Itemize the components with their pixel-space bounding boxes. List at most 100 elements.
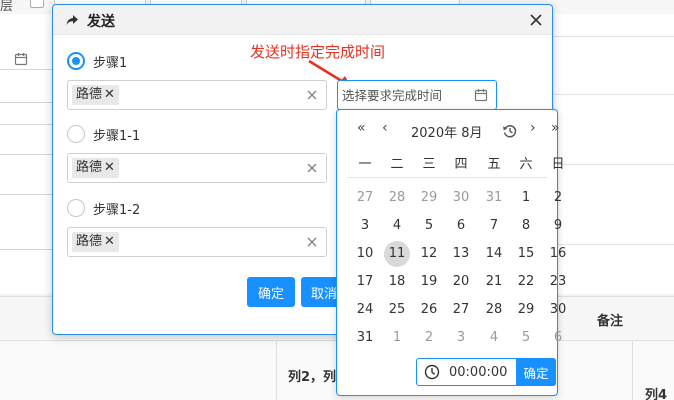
calendar-day[interactable]: 1 xyxy=(513,185,539,211)
background-divider xyxy=(0,249,60,250)
assignee-tag: 路德 ✕ xyxy=(72,232,119,252)
weekday-label: 四 xyxy=(454,157,468,172)
calendar-day[interactable]: 24 xyxy=(352,297,378,323)
calendar-icon xyxy=(14,53,28,66)
time-value[interactable]: 00:00:00 xyxy=(449,365,507,380)
tag-remove-icon[interactable]: ✕ xyxy=(104,232,115,252)
calendar-day[interactable]: 2 xyxy=(545,185,571,211)
tag-label: 路德 xyxy=(76,87,103,102)
calendar-day[interactable]: 14 xyxy=(481,241,507,267)
tag-label: 路德 xyxy=(76,160,103,175)
background-column-divider xyxy=(632,341,633,400)
calendar-day[interactable]: 26 xyxy=(416,297,442,323)
background-divider xyxy=(0,154,60,155)
assignee-tag: 路德 ✕ xyxy=(72,85,119,105)
background-checkbox[interactable] xyxy=(30,0,44,8)
calendar-day[interactable]: 6 xyxy=(448,213,474,239)
calendar-icon[interactable] xyxy=(474,88,488,102)
calendar-day[interactable]: 4 xyxy=(384,213,410,239)
calendar-day[interactable]: 23 xyxy=(545,269,571,295)
weekday-label: 六 xyxy=(519,157,533,172)
calendar-day[interactable]: 17 xyxy=(352,269,378,295)
calendar-divider xyxy=(347,177,547,178)
due-date-input[interactable] xyxy=(337,80,497,110)
calendar-day[interactable]: 6 xyxy=(545,325,571,351)
calendar-day[interactable]: 4 xyxy=(481,325,507,351)
close-icon[interactable] xyxy=(528,12,544,28)
prev-year-icon[interactable]: « xyxy=(357,120,366,136)
confirm-button[interactable]: 确定 xyxy=(247,277,295,307)
step-label: 步骤1 xyxy=(93,56,128,71)
calendar-day[interactable]: 3 xyxy=(352,213,378,239)
calendar-day[interactable]: 3 xyxy=(448,325,474,351)
calendar-day[interactable]: 15 xyxy=(513,241,539,267)
calendar-day[interactable]: 13 xyxy=(448,241,474,267)
calendar-day[interactable]: 18 xyxy=(384,269,410,295)
assignee-tag: 路德 ✕ xyxy=(72,158,119,178)
step-label: 步骤1-2 xyxy=(93,203,141,218)
time-confirm-button[interactable]: 确定 xyxy=(516,358,556,386)
clear-icon[interactable] xyxy=(306,236,318,248)
calendar-day[interactable]: 29 xyxy=(513,297,539,323)
next-month-icon[interactable]: › xyxy=(530,120,536,136)
background-left-panel xyxy=(0,14,60,294)
calendar-day[interactable]: 31 xyxy=(481,185,507,211)
tag-label: 路德 xyxy=(76,234,103,249)
date-picker-popup: « ‹ 2020年 8月 › » 一二三四五六日 27 28 29 30 31 1 2 3 4 5… xyxy=(336,109,566,396)
radio-unchecked[interactable] xyxy=(67,125,85,143)
background-divider xyxy=(0,69,60,70)
calendar-day[interactable]: 5 xyxy=(513,325,539,351)
calendar-day[interactable]: 12 xyxy=(416,241,442,267)
assignee-select-2[interactable]: 路德 ✕ xyxy=(67,153,327,183)
calendar-day[interactable]: 10 xyxy=(352,241,378,267)
calendar-day[interactable]: 25 xyxy=(384,297,410,323)
weekday-label: 二 xyxy=(390,157,404,172)
calendar-day[interactable]: 9 xyxy=(545,213,571,239)
background-divider xyxy=(0,194,60,195)
calendar-day[interactable]: 11 xyxy=(384,241,410,267)
calendar-day[interactable]: 27 xyxy=(448,297,474,323)
calendar-day[interactable]: 29 xyxy=(416,185,442,211)
clear-icon[interactable] xyxy=(306,162,318,174)
weekday-label: 一 xyxy=(358,157,372,172)
assignee-select-3[interactable]: 路德 ✕ xyxy=(67,227,327,257)
step-label: 步骤1-1 xyxy=(93,129,141,144)
tag-remove-icon[interactable]: ✕ xyxy=(104,85,115,105)
time-picker[interactable]: 00:00:00 确定 xyxy=(416,358,556,386)
assignee-select-1[interactable]: 路德 ✕ xyxy=(67,80,327,110)
radio-unchecked[interactable] xyxy=(67,199,85,217)
tag-remove-icon[interactable]: ✕ xyxy=(104,158,115,178)
weekday-label: 五 xyxy=(487,157,501,172)
calendar-day[interactable]: 1 xyxy=(384,325,410,351)
calendar-day[interactable]: 31 xyxy=(352,325,378,351)
calendar-day[interactable]: 22 xyxy=(513,269,539,295)
background-divider xyxy=(554,244,674,245)
calendar-day[interactable]: 30 xyxy=(545,297,571,323)
due-date-field[interactable] xyxy=(342,85,468,105)
calendar-day[interactable]: 21 xyxy=(481,269,507,295)
prev-month-icon[interactable]: ‹ xyxy=(382,120,388,136)
calendar-day[interactable]: 5 xyxy=(416,213,442,239)
radio-checked[interactable] xyxy=(67,52,85,70)
share-arrow-icon xyxy=(66,15,78,25)
background-divider xyxy=(0,102,60,103)
calendar-day[interactable]: 19 xyxy=(416,269,442,295)
calendar-day[interactable]: 30 xyxy=(448,185,474,211)
weekday-label: 三 xyxy=(422,157,436,172)
calendar-day[interactable]: 8 xyxy=(513,213,539,239)
reset-time-icon[interactable] xyxy=(502,123,518,139)
background-divider xyxy=(554,94,674,95)
calendar-day[interactable]: 28 xyxy=(481,297,507,323)
next-year-icon[interactable]: » xyxy=(551,120,560,136)
weekday-label: 日 xyxy=(551,157,565,172)
calendar-day[interactable]: 7 xyxy=(481,213,507,239)
calendar-title: 2020年 8月 xyxy=(411,126,483,141)
clear-icon[interactable] xyxy=(306,89,318,101)
calendar-day[interactable]: 16 xyxy=(545,241,571,267)
calendar-day[interactable]: 28 xyxy=(384,185,410,211)
calendar-day[interactable]: 27 xyxy=(352,185,378,211)
background-column-divider xyxy=(276,341,277,400)
calendar-day[interactable]: 20 xyxy=(448,269,474,295)
calendar-day[interactable]: 2 xyxy=(416,325,442,351)
dialog-title: 发送 xyxy=(87,14,115,30)
